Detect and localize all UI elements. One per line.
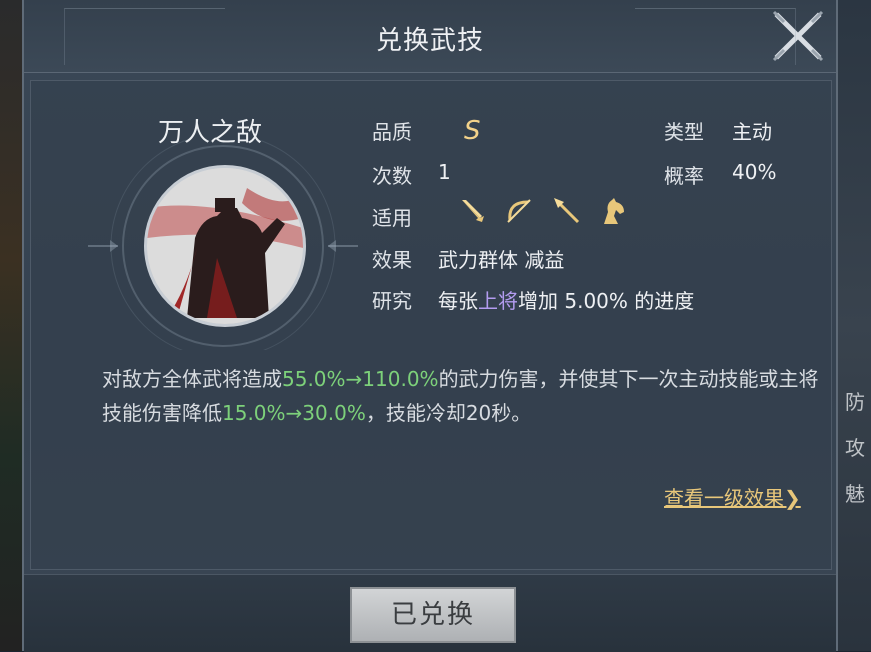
- title-bar: 兑换武技: [24, 0, 836, 73]
- close-icon: [772, 10, 824, 62]
- close-button[interactable]: [770, 8, 826, 64]
- rate-label: 概率: [664, 164, 704, 188]
- rate-value: 40%: [732, 160, 777, 184]
- bottom-bar: 已兑换: [24, 574, 836, 652]
- count-value: 1: [438, 160, 451, 184]
- research-prefix: 每张: [438, 289, 478, 313]
- skill-portrait: [144, 165, 306, 327]
- general-silhouette-image: [147, 168, 303, 324]
- research-suffix: 增加 5.00% 的进度: [518, 289, 695, 313]
- exchanged-button[interactable]: 已兑换: [350, 587, 516, 643]
- count-label: 次数: [372, 164, 412, 188]
- view-level-one-effect-link[interactable]: 查看一级效果❯: [664, 482, 801, 511]
- effect-value: 武力群体 减益: [438, 248, 565, 272]
- exchange-skill-dialog: 兑换武技 万人之敌 品质 S 类型 主动 次数 1 概率 40% 适用 效果 武…: [22, 0, 838, 652]
- applicable-label: 适用: [372, 206, 412, 230]
- background-stat-label: 攻: [845, 436, 865, 460]
- type-label: 类型: [664, 120, 704, 144]
- sword-icon: [462, 200, 484, 222]
- research-value: 每张上将增加 5.00% 的进度: [438, 285, 694, 314]
- horse-icon: [604, 198, 624, 224]
- damage-scaling-value: 55.0%→110.0%: [282, 367, 439, 391]
- dialog-title: 兑换武技: [375, 26, 484, 56]
- skill-description: 对敌方全体武将造成55.0%→110.0%的武力伤害，并使其下一次主动技能或主将…: [102, 362, 822, 430]
- reduction-scaling-value: 15.0%→30.0%: [222, 401, 366, 425]
- quality-grade: S: [464, 116, 481, 146]
- background-stat-label: 魅: [845, 482, 865, 506]
- research-label: 研究: [372, 289, 412, 313]
- bow-icon: [507, 199, 531, 223]
- description-text: ，技能冷却20秒。: [365, 401, 532, 425]
- spear-icon: [554, 198, 580, 224]
- background-stat-label: 防: [845, 390, 865, 414]
- description-text: 对敌方全体武将造成: [102, 367, 282, 391]
- research-card-grade: 上将: [478, 289, 518, 313]
- quality-label: 品质: [372, 120, 412, 144]
- type-value: 主动: [732, 120, 772, 144]
- effect-label: 效果: [372, 248, 412, 272]
